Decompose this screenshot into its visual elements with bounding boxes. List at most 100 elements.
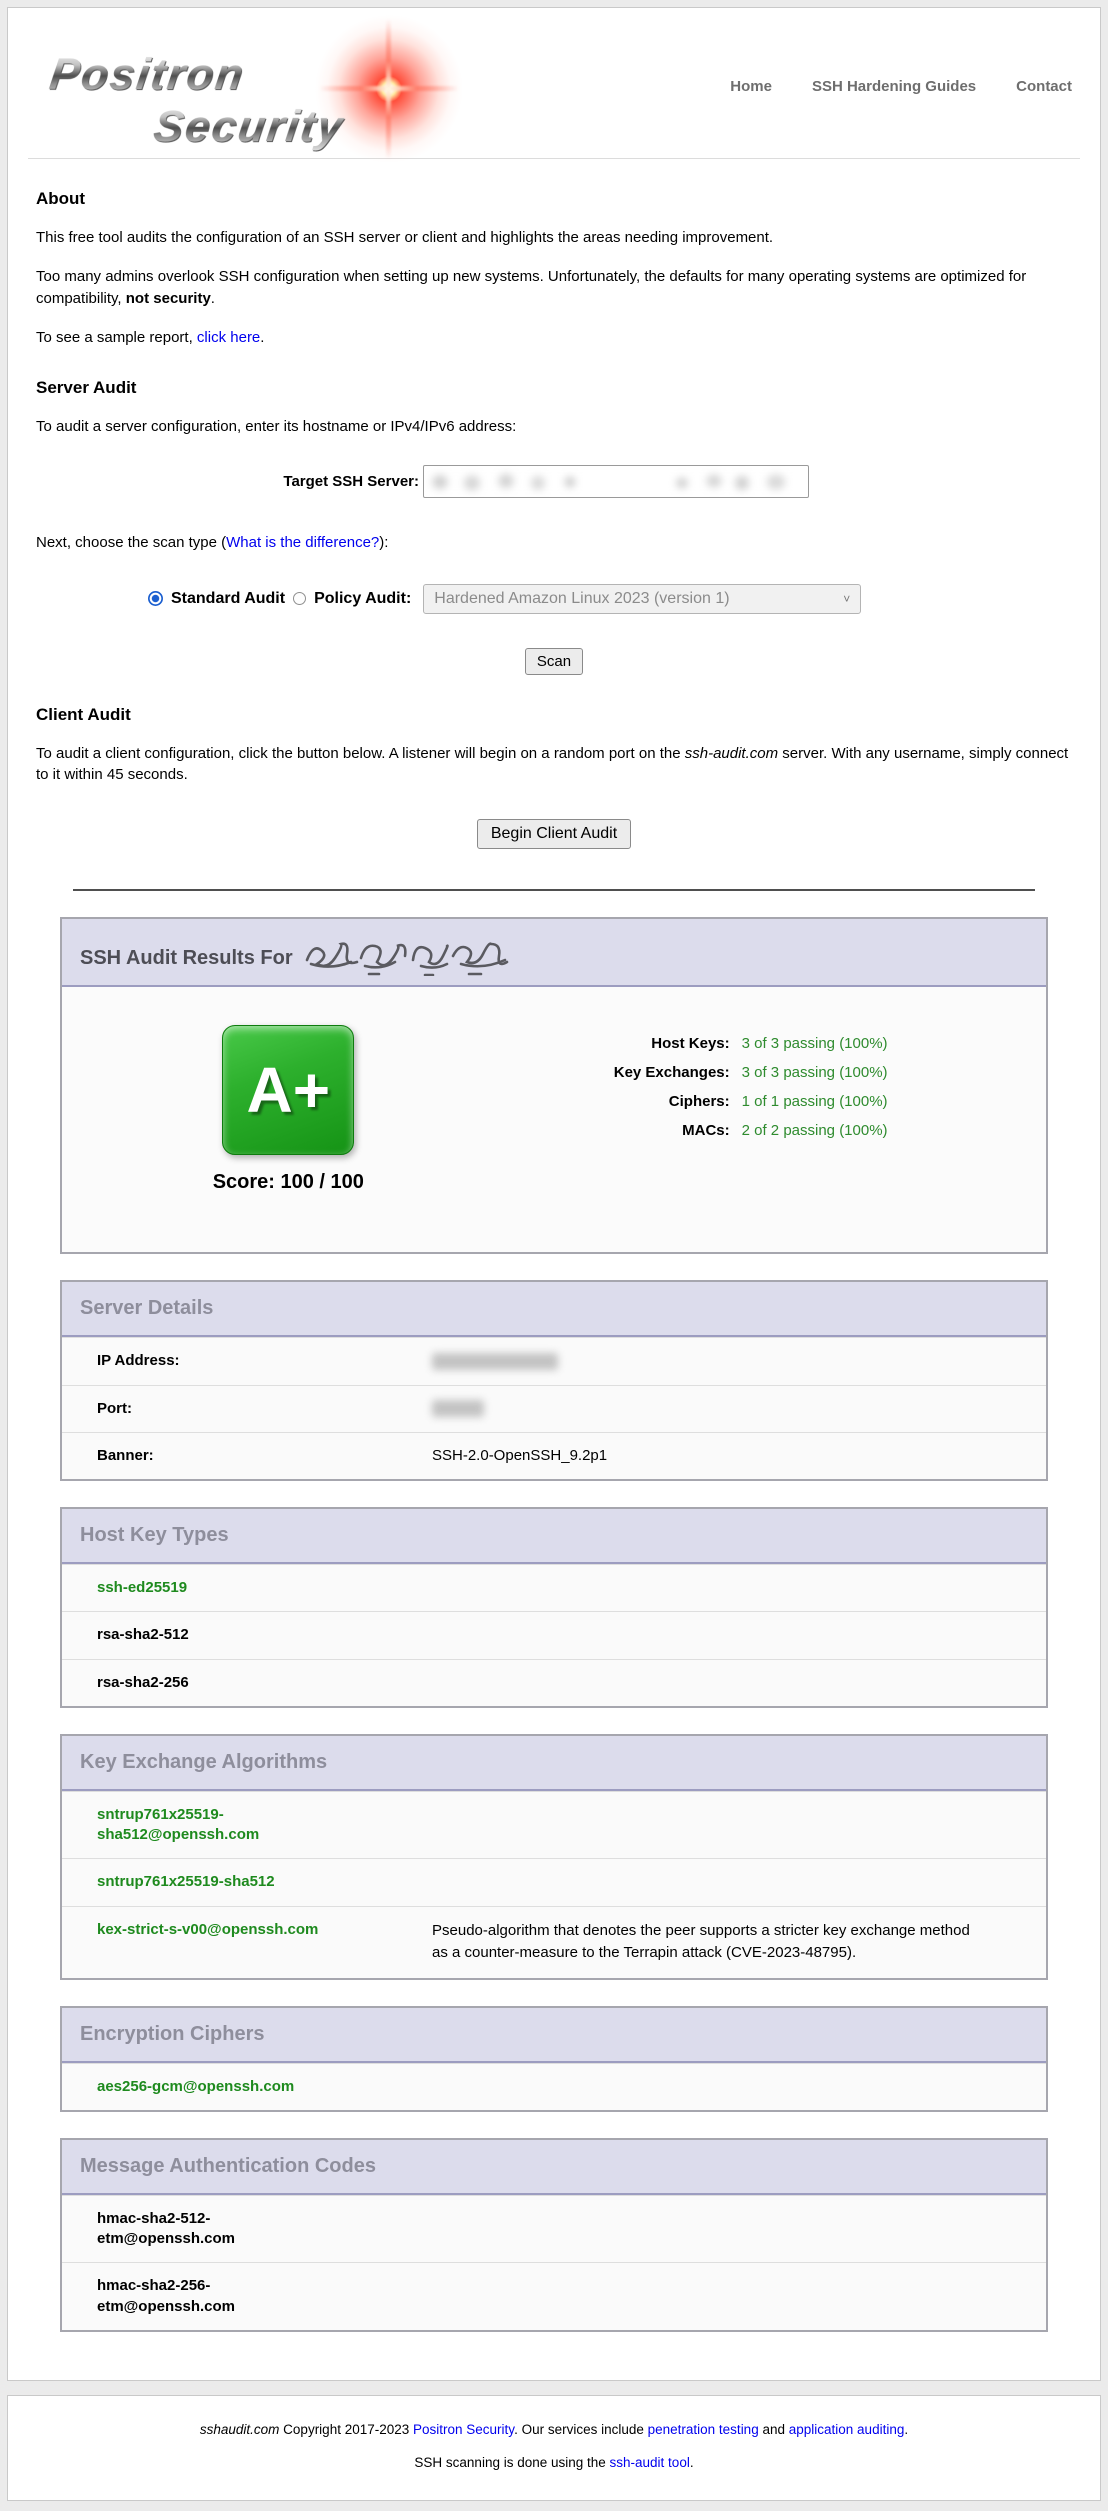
scan-button[interactable]: Scan xyxy=(525,648,583,675)
about-heading: About xyxy=(36,189,1072,209)
table-row: rsa-sha2-256 xyxy=(62,1659,1046,1706)
redacted-ip-value xyxy=(432,1353,558,1370)
table-row-ip: IP Address: xyxy=(62,1337,1046,1384)
host-key-types-header: Host Key Types xyxy=(62,1509,1046,1564)
table-row-port: Port: xyxy=(62,1385,1046,1432)
host-key-types-panel: Host Key Types ssh-ed25519 rsa-sha2-512 … xyxy=(60,1507,1048,1708)
host-key-name: rsa-sha2-256 xyxy=(97,1673,189,1693)
about-p2-bold: not security xyxy=(126,290,211,307)
ssh-audit-results-panel: SSH Audit Results For A+ Score: 100 / 10… xyxy=(60,917,1048,1254)
sample-report-link[interactable]: click here xyxy=(197,329,260,346)
footer-and-text: and xyxy=(759,2422,789,2437)
table-row: ssh-ed25519 xyxy=(62,1564,1046,1611)
nav-ssh-hardening-guides[interactable]: SSH Hardening Guides xyxy=(812,78,976,158)
footer-sshaudit-tool-link[interactable]: ssh-audit tool xyxy=(610,2455,690,2470)
grade-letter: A+ xyxy=(247,1053,331,1127)
table-row: aes256-gcm@openssh.com xyxy=(62,2063,1046,2110)
client-audit-intro: To audit a client configuration, click t… xyxy=(36,743,1072,786)
stat-value-key-exchanges: 3 of 3 passing (100%) xyxy=(742,1064,888,1081)
main-card: Positron Security Home SSH Hardening Gui… xyxy=(7,7,1101,2381)
kex-algorithm-name: sntrup761x25519-sha512@openssh.com xyxy=(97,1805,359,1846)
key-exchange-panel: Key Exchange Algorithms sntrup761x25519-… xyxy=(60,1734,1048,1980)
logo-word-positron: Positron xyxy=(46,50,247,100)
stat-label-key-exchanges: Key Exchanges: xyxy=(515,1064,730,1081)
stat-value-macs: 2 of 2 passing (100%) xyxy=(742,1122,888,1139)
footer-positron-link[interactable]: Positron Security xyxy=(413,2422,514,2437)
mac-name: hmac-sha2-256-etm@openssh.com xyxy=(97,2276,302,2317)
scan-type-line: Next, choose the scan type (What is the … xyxy=(36,532,1072,553)
target-server-input[interactable] xyxy=(423,465,809,498)
redacted-hostname-blur xyxy=(424,466,808,497)
policy-select[interactable]: Hardened Amazon Linux 2023 (version 1) ˅ xyxy=(423,584,861,614)
stat-label-host-keys: Host Keys: xyxy=(515,1035,730,1052)
scan-type-prefix: Next, choose the scan type ( xyxy=(36,534,226,551)
about-p1-text: This free tool audits the configuration … xyxy=(36,229,773,246)
port-label: Port: xyxy=(97,1399,432,1419)
client-audit-heading: Client Audit xyxy=(36,705,1072,725)
results-title: SSH Audit Results For xyxy=(80,947,293,970)
results-body: A+ Score: 100 / 100 Host Keys: 3 of 3 pa… xyxy=(62,987,1046,1252)
host-key-name: rsa-sha2-512 xyxy=(97,1625,189,1645)
grade-column: A+ Score: 100 / 100 xyxy=(62,1025,515,1194)
scan-type-suffix: ): xyxy=(379,534,388,551)
host-key-name: ssh-ed25519 xyxy=(97,1578,187,1598)
footer-copyright-text: Copyright 2017-2023 xyxy=(279,2422,413,2437)
footer-line2-end: . xyxy=(690,2455,694,2470)
banner-label: Banner: xyxy=(97,1446,432,1466)
about-paragraph-2: Too many admins overlook SSH configurati… xyxy=(36,266,1072,309)
table-row: sntrup761x25519-sha512 xyxy=(62,1858,1046,1905)
server-audit-intro: To audit a server configuration, enter i… xyxy=(36,416,1072,437)
positron-security-logo: Positron Security xyxy=(36,22,466,154)
stat-value-host-keys: 3 of 3 passing (100%) xyxy=(742,1035,888,1052)
standard-audit-label: Standard Audit xyxy=(171,590,285,608)
server-audit-heading: Server Audit xyxy=(36,378,1072,398)
footer-services-text: . Our services include xyxy=(514,2422,648,2437)
standard-audit-radio[interactable] xyxy=(148,591,163,606)
nav-home[interactable]: Home xyxy=(730,78,772,158)
mac-name: hmac-sha2-512-etm@openssh.com xyxy=(97,2209,302,2250)
stat-label-macs: MACs: xyxy=(515,1122,730,1139)
site-footer: sshaudit.com Copyright 2017-2023 Positro… xyxy=(7,2395,1101,2501)
footer-line1-end: . xyxy=(904,2422,908,2437)
target-server-label: Target SSH Server: xyxy=(36,473,423,490)
client-audit-intro-prefix: To audit a client configuration, click t… xyxy=(36,745,685,762)
footer-appaudit-link[interactable]: application auditing xyxy=(789,2422,905,2437)
nav-contact[interactable]: Contact xyxy=(1016,78,1072,158)
begin-client-audit-row: Begin Client Audit xyxy=(36,819,1072,849)
table-row: hmac-sha2-512-etm@openssh.com xyxy=(62,2195,1046,2263)
table-row-banner: Banner: SSH-2.0-OpenSSH_9.2p1 xyxy=(62,1432,1046,1479)
table-row: sntrup761x25519-sha512@openssh.com xyxy=(62,1791,1046,1859)
macs-header: Message Authentication Codes xyxy=(62,2140,1046,2195)
results-panel-header: SSH Audit Results For xyxy=(62,919,1046,987)
grade-badge: A+ xyxy=(222,1025,354,1155)
footer-domain: sshaudit.com xyxy=(200,2422,280,2437)
server-details-panel: Server Details IP Address: Port: Banner:… xyxy=(60,1280,1048,1481)
client-audit-domain: ssh-audit.com xyxy=(685,745,778,762)
kex-algorithm-name: sntrup761x25519-sha512 xyxy=(97,1872,275,1892)
ip-address-label: IP Address: xyxy=(97,1351,432,1371)
encryption-ciphers-header: Encryption Ciphers xyxy=(62,2008,1046,2063)
table-row: rsa-sha2-512 xyxy=(62,1611,1046,1658)
scan-type-difference-link[interactable]: What is the difference? xyxy=(226,534,379,551)
macs-panel: Message Authentication Codes hmac-sha2-5… xyxy=(60,2138,1048,2332)
stat-value-ciphers: 1 of 1 passing (100%) xyxy=(742,1093,888,1110)
stats-column: Host Keys: 3 of 3 passing (100%) Key Exc… xyxy=(515,1025,888,1194)
table-row: hmac-sha2-256-etm@openssh.com xyxy=(62,2262,1046,2330)
chevron-down-icon: ˅ xyxy=(843,592,850,606)
begin-client-audit-button[interactable]: Begin Client Audit xyxy=(477,819,631,849)
scan-button-row: Scan xyxy=(36,648,1072,675)
kex-algorithm-name: kex-strict-s-v00@openssh.com xyxy=(97,1920,318,1940)
server-details-header: Server Details xyxy=(62,1282,1046,1337)
footer-scanning-text: SSH scanning is done using the xyxy=(414,2455,609,2470)
scan-type-row: Standard Audit Policy Audit: Hardened Am… xyxy=(148,584,1072,614)
site-header: Positron Security Home SSH Hardening Gui… xyxy=(8,8,1100,158)
footer-pentest-link[interactable]: penetration testing xyxy=(648,2422,759,2437)
table-row: kex-strict-s-v00@openssh.com Pseudo-algo… xyxy=(62,1906,1046,1978)
about-p2-suffix: . xyxy=(211,290,215,307)
redacted-hostname-scribble xyxy=(303,934,521,976)
sample-report-prefix: To see a sample report, xyxy=(36,329,197,346)
policy-audit-radio[interactable] xyxy=(293,592,306,605)
banner-value: SSH-2.0-OpenSSH_9.2p1 xyxy=(432,1446,607,1466)
footer-line-1: sshaudit.com Copyright 2017-2023 Positro… xyxy=(18,2422,1090,2437)
cipher-name: aes256-gcm@openssh.com xyxy=(97,2077,294,2097)
